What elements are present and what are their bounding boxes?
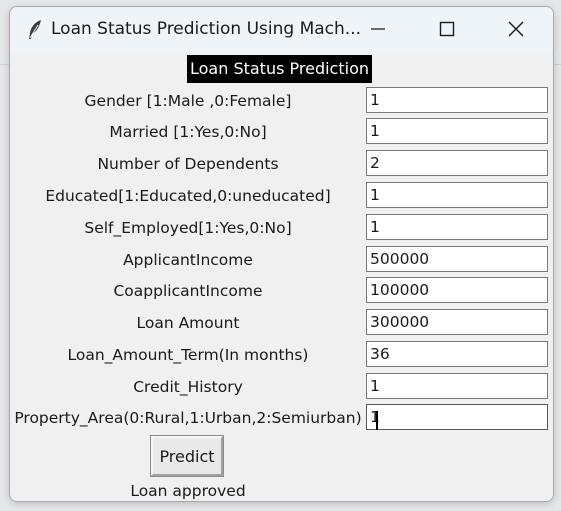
predict-button[interactable]: Predict <box>150 435 224 477</box>
app-window: Loan Status Prediction Using Mach... Loa… <box>9 6 554 502</box>
form-row-self-employed: Self_Employed[1:Yes,0:No] <box>10 213 553 243</box>
form-row-married: Married [1:Yes,0:No] <box>10 117 553 147</box>
text-cursor <box>376 411 378 430</box>
loan-amount-label: Loan Amount <box>136 314 240 332</box>
form-row-applicant-income: ApplicantIncome <box>10 245 553 275</box>
minimize-icon <box>371 28 385 30</box>
loan-term-input[interactable] <box>366 341 548 367</box>
form-row-dependents: Number of Dependents <box>10 149 553 179</box>
form-row-property-area: Property_Area(0:Rural,1:Urban,2:Semiurba… <box>10 403 553 433</box>
property-area-label: Property_Area(0:Rural,1:Urban,2:Semiurba… <box>14 409 362 427</box>
self-employed-label: Self_Employed[1:Yes,0:No] <box>84 219 292 237</box>
educated-input[interactable] <box>366 182 548 208</box>
form-row-loan-amount: Loan Amount <box>10 308 553 338</box>
credit-history-input[interactable] <box>366 373 548 399</box>
feather-icon <box>26 19 44 41</box>
educated-label: Educated[1:Educated,0:uneducated] <box>45 187 331 205</box>
close-button[interactable] <box>493 7 539 52</box>
coapplicant-income-input[interactable] <box>366 277 548 303</box>
gender-label: Gender [1:Male ,0:Female] <box>84 92 292 110</box>
credit-history-label: Credit_History <box>133 378 243 396</box>
form-row-gender: Gender [1:Male ,0:Female] <box>10 86 553 116</box>
coapplicant-income-label: CoapplicantIncome <box>113 282 263 300</box>
loan-amount-input[interactable] <box>366 309 548 335</box>
title-bar[interactable]: Loan Status Prediction Using Mach... <box>10 7 553 52</box>
gender-input[interactable] <box>366 87 548 113</box>
applicant-income-label: ApplicantIncome <box>123 251 253 269</box>
married-input[interactable] <box>366 118 548 144</box>
minimize-button[interactable] <box>355 7 401 52</box>
window-title: Loan Status Prediction Using Mach... <box>51 19 362 39</box>
form-heading: Loan Status Prediction <box>187 55 372 83</box>
maximize-icon <box>439 21 455 37</box>
applicant-income-input[interactable] <box>366 246 548 272</box>
dependents-input[interactable] <box>366 150 548 176</box>
form-row-loan-term: Loan_Amount_Term(In months) <box>10 340 553 370</box>
form-area: Loan Status Prediction Gender [1:Male ,0… <box>10 52 553 501</box>
form-row-credit-history: Credit_History <box>10 372 553 402</box>
self-employed-input[interactable] <box>366 214 548 240</box>
close-icon <box>508 21 524 37</box>
prediction-result: Loan approved <box>130 482 246 500</box>
form-row-educated: Educated[1:Educated,0:uneducated] <box>10 181 553 211</box>
form-row-coapplicant-income: CoapplicantIncome <box>10 276 553 306</box>
married-label: Married [1:Yes,0:No] <box>109 123 267 141</box>
loan-term-label: Loan_Amount_Term(In months) <box>67 346 309 364</box>
maximize-button[interactable] <box>424 7 470 52</box>
property-area-input[interactable] <box>366 404 548 430</box>
dependents-label: Number of Dependents <box>97 155 279 173</box>
